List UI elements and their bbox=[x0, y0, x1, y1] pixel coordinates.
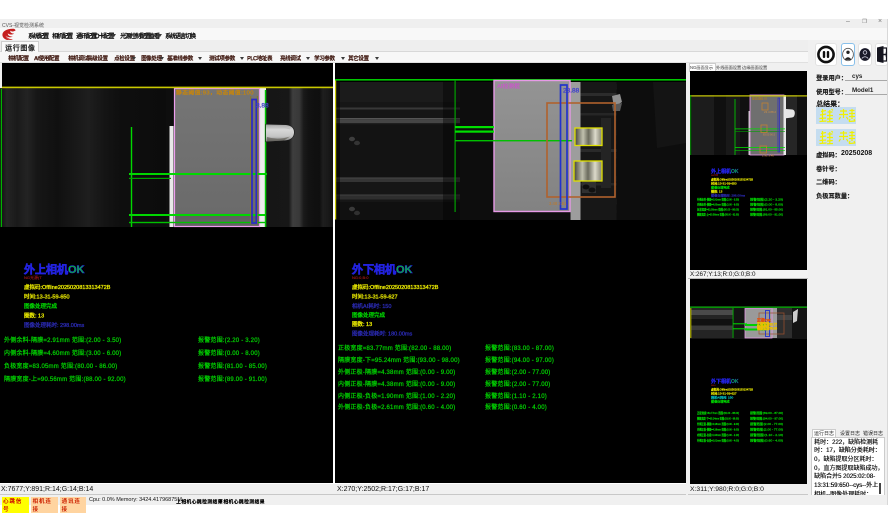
svg-text:报警范围:(89.00 - 91.00): 报警范围:(89.00 - 91.00) bbox=[198, 375, 267, 383]
svg-text:83.05 90.5: 83.05 90.5 bbox=[763, 133, 776, 137]
svg-text:圈数: 13: 圈数: 13 bbox=[24, 312, 44, 320]
svg-text:23.4 88.2: 23.4 88.2 bbox=[764, 110, 777, 114]
svg-text:报警范围:(2.00 - 77.00): 报警范围:(2.00 - 77.00) bbox=[485, 368, 551, 376]
svg-text:图像处理完成: 图像处理完成 bbox=[24, 302, 58, 310]
svg-text:隔膜宽度95.24: 隔膜宽度95.24 bbox=[757, 326, 778, 331]
svg-text:隔膜宽度-下=95.24mm 范围:(93.00 - 98.: 隔膜宽度-下=95.24mm 范围:(93.00 - 98.00) bbox=[697, 416, 739, 421]
svg-text:报警范围:(94.00 - 97.00): 报警范围:(94.00 - 97.00) bbox=[485, 356, 554, 364]
svg-text:3.48 2.61: 3.48 2.61 bbox=[549, 201, 567, 206]
svg-text:报警范围:(0.00 - 8.00): 报警范围:(0.00 - 8.00) bbox=[198, 349, 260, 357]
svg-text:报警范围:(83.00 - 87.00): 报警范围:(83.00 - 87.00) bbox=[485, 344, 554, 352]
svg-text:外下相机OK: 外下相机OK bbox=[711, 378, 739, 385]
svg-text:圈数: 13: 圈数: 13 bbox=[352, 320, 372, 328]
svg-text:报警范围:(1.10 - 2.10): 报警范围:(1.10 - 2.10) bbox=[485, 392, 547, 400]
svg-text:内侧余料-隔膜=4.60mm 范围:(3.00 - 6.00: 内侧余料-隔膜=4.60mm 范围:(3.00 - 6.00) bbox=[4, 349, 121, 357]
svg-text:时间:13-31-59-650: 时间:13-31-59-650 bbox=[24, 293, 70, 301]
svg-text:图像处理耗时: 180.00ms: 图像处理耗时: 180.00ms bbox=[352, 330, 412, 338]
svg-text:报警范围:(2.00 - 77.00): 报警范围:(2.00 - 77.00) bbox=[750, 427, 783, 432]
svg-text:3.88: 3.88 bbox=[256, 103, 269, 110]
svg-text:报警范围:(0.00 - 8.00): 报警范围:(0.00 - 8.00) bbox=[750, 202, 783, 207]
svg-text:虚拟码:Offline2025020813313472B: 虚拟码:Offline2025020813313472B bbox=[24, 283, 111, 291]
svg-text:内侧正极-隔膜=4.38mm 范围:(0.00 - 9.00: 内侧正极-隔膜=4.38mm 范围:(0.00 - 9.00) bbox=[338, 380, 455, 388]
svg-text:静态阈值:93，动态阈值:100: 静态阈值:93，动态阈值:100 bbox=[176, 89, 254, 97]
svg-text:外侧正极-隔膜=4.38mm 范围:(0.00 - 9.00: 外侧正极-隔膜=4.38mm 范围:(0.00 - 9.00) bbox=[338, 368, 455, 376]
svg-text:报警范围:(2.20 - 3.20): 报警范围:(2.20 - 3.20) bbox=[750, 197, 783, 202]
svg-text:NG光源(T: NG光源(T bbox=[24, 274, 42, 280]
svg-text:时间:13-31-59-627: 时间:13-31-59-627 bbox=[352, 293, 398, 301]
svg-text:静态阈值:93: 静态阈值:93 bbox=[752, 97, 768, 101]
svg-text:图像处理完成: 图像处理完成 bbox=[711, 399, 730, 404]
svg-text:外下相机OK: 外下相机OK bbox=[351, 262, 413, 276]
svg-text:报警范围:(0.60 - 4.00): 报警范围:(0.60 - 4.00) bbox=[750, 438, 783, 443]
svg-text:报警范围:(81.00 - 85.00): 报警范围:(81.00 - 85.00) bbox=[750, 207, 783, 212]
svg-text:报警范围:(2.00 - 77.00): 报警范围:(2.00 - 77.00) bbox=[750, 421, 783, 426]
svg-text:报警范围:(81.00 - 85.00): 报警范围:(81.00 - 85.00) bbox=[198, 362, 267, 370]
svg-text:外侧正极-负极=2.61mm 范围:(0.60 - 4.00: 外侧正极-负极=2.61mm 范围:(0.60 - 4.00) bbox=[338, 403, 455, 411]
svg-text:报警范围:(0.60 - 4.00): 报警范围:(0.60 - 4.00) bbox=[485, 403, 547, 411]
svg-text:内侧正极-负极=1.90mm 范围:(1.00 - 2.20: 内侧正极-负极=1.90mm 范围:(1.00 - 2.20) bbox=[338, 392, 455, 400]
svg-text:外侧余料-隔膜=2.91mm 范围:(2.00 - 3.50: 外侧余料-隔膜=2.91mm 范围:(2.00 - 3.50) bbox=[4, 336, 121, 344]
svg-text:报警范围:(2.20 - 3.20): 报警范围:(2.20 - 3.20) bbox=[198, 336, 260, 344]
svg-text:内侧正极-隔膜=4.38mm 范围:(0.00 - 9.00: 内侧正极-隔膜=4.38mm 范围:(0.00 - 9.00) bbox=[697, 427, 739, 432]
svg-text:报警范围:(94.00 - 97.00): 报警范围:(94.00 - 97.00) bbox=[750, 416, 783, 421]
svg-text:正极宽度=83.77mm 范围:(82.00 - 88.00: 正极宽度=83.77mm 范围:(82.00 - 88.00) bbox=[697, 410, 739, 415]
svg-text:23.88: 23.88 bbox=[563, 88, 580, 95]
svg-text:隔膜宽度-下=95.24mm 范围:(93.00 - 98.: 隔膜宽度-下=95.24mm 范围:(93.00 - 98.00) bbox=[338, 356, 460, 364]
svg-text:报警范围:(1.10 - 2.10): 报警范围:(1.10 - 2.10) bbox=[750, 432, 783, 437]
svg-text:正极宽度=83.77mm 范围:(82.00 - 88.00: 正极宽度=83.77mm 范围:(82.00 - 88.00) bbox=[338, 344, 451, 352]
svg-text:AI检测框: AI检测框 bbox=[497, 82, 520, 90]
svg-text:内侧余料-隔膜=4.60mm 范围:(3.00 - 6.00: 内侧余料-隔膜=4.60mm 范围:(3.00 - 6.00) bbox=[697, 202, 739, 207]
svg-text:报警范围:(83.00 - 87.00): 报警范围:(83.00 - 87.00) bbox=[750, 410, 783, 415]
svg-text:隔膜宽度-上=90.56mm 范围:(88.00 - 92.: 隔膜宽度-上=90.56mm 范围:(88.00 - 92.00) bbox=[4, 375, 126, 383]
svg-text:外侧余料-隔膜=2.91mm 范围:(2.00 - 3.50: 外侧余料-隔膜=2.91mm 范围:(2.00 - 3.50) bbox=[697, 197, 739, 202]
svg-text:报警范围:(2.00 - 77.00): 报警范围:(2.00 - 77.00) bbox=[485, 380, 551, 388]
svg-text:负极宽度=83.05mm 范围:(80.00 - 86.00: 负极宽度=83.05mm 范围:(80.00 - 86.00) bbox=[697, 207, 739, 212]
svg-text:相机AI耗时: 150: 相机AI耗时: 150 bbox=[352, 302, 391, 310]
svg-text:隔膜宽度-上=90.56mm 范围:(88.00 - 92.: 隔膜宽度-上=90.56mm 范围:(88.00 - 92.00) bbox=[697, 212, 739, 217]
svg-text:内侧正极-负极=1.90mm 范围:(1.00 - 2.20: 内侧正极-负极=1.90mm 范围:(1.00 - 2.20) bbox=[697, 432, 739, 437]
svg-text:外上相机OK: 外上相机OK bbox=[23, 262, 85, 276]
svg-text:外侧正极-隔膜=4.38mm 范围:(0.00 - 9.00: 外侧正极-隔膜=4.38mm 范围:(0.00 - 9.00) bbox=[697, 421, 739, 426]
svg-text:NG:0,B:0: NG:0,B:0 bbox=[352, 275, 369, 280]
svg-text:图像处理完成: 图像处理完成 bbox=[352, 311, 386, 319]
svg-text:虚拟码:Offline2025020813313472B: 虚拟码:Offline2025020813313472B bbox=[352, 283, 439, 291]
svg-text:外上相机OK: 外上相机OK bbox=[711, 168, 739, 175]
svg-text:外侧正极-负极=2.61mm 范围:(0.60 - 4.00: 外侧正极-负极=2.61mm 范围:(0.60 - 4.00) bbox=[697, 438, 739, 443]
svg-text:负极宽度=83.05mm 范围:(80.00 - 86.00: 负极宽度=83.05mm 范围:(80.00 - 86.00) bbox=[4, 362, 117, 370]
svg-text:图像处理耗时: 298.00ms: 图像处理耗时: 298.00ms bbox=[24, 321, 84, 329]
svg-text:2.91 3.48: 2.91 3.48 bbox=[762, 154, 775, 158]
svg-text:报警范围:(89.00 - 91.00): 报警范围:(89.00 - 91.00) bbox=[750, 212, 783, 217]
